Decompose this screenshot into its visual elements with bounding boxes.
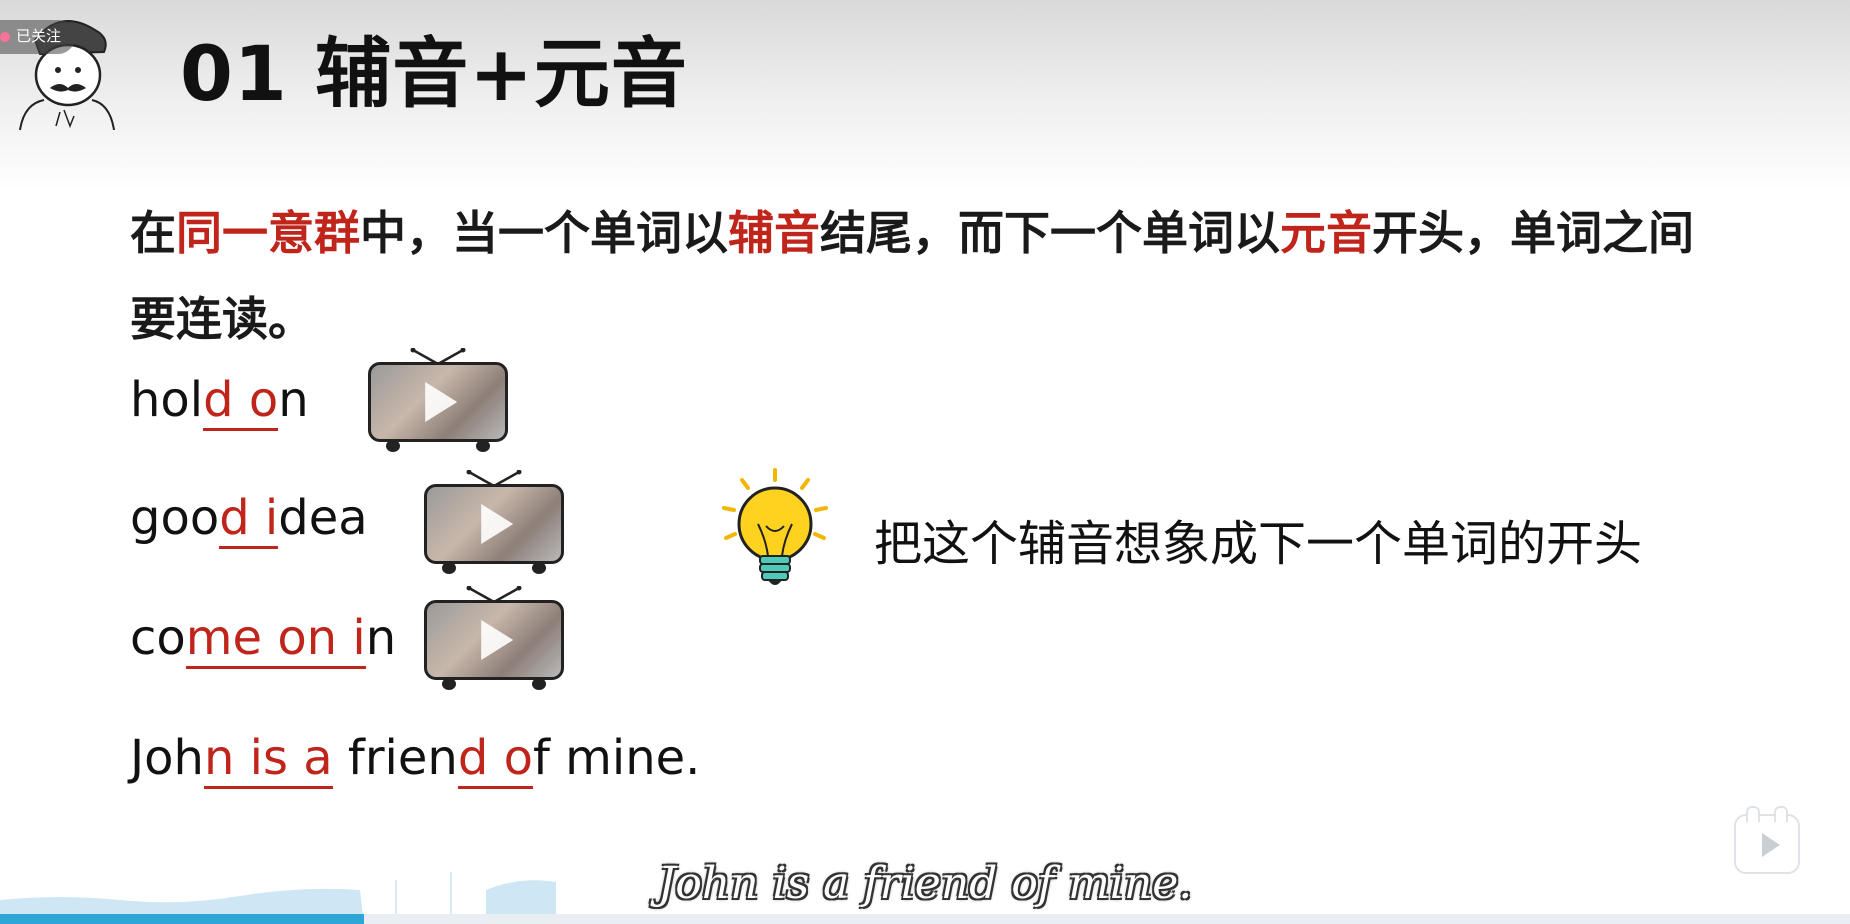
rule-description: 在同一意群中，当一个单词以辅音结尾，而下一个单词以元音开头，单词之间要连读。 — [130, 190, 1710, 362]
play-button-ear — [1774, 806, 1788, 822]
phrase-text: hol — [130, 372, 204, 428]
tv-foot — [532, 562, 546, 574]
follow-badge-label: 已关注 — [16, 28, 62, 45]
video-screen — [424, 484, 564, 564]
sentence-linking: n is a — [203, 730, 333, 789]
desc-highlight: 辅音 — [728, 206, 820, 260]
video-progress-bar[interactable] — [0, 914, 1850, 924]
example-phrase-hold-on: hold on — [130, 372, 309, 431]
desc-highlight: 同一意群 — [176, 206, 360, 260]
play-button[interactable] — [1734, 806, 1800, 874]
tv-foot — [442, 678, 456, 690]
example-phrase-good-idea: good idea — [130, 490, 368, 549]
video-screen — [424, 600, 564, 680]
desc-highlight: 元音 — [1280, 206, 1372, 260]
video-progress-fill — [0, 914, 365, 924]
desc-text: 中，当一个单词以 — [360, 206, 728, 260]
tv-foot — [386, 440, 400, 452]
play-icon — [1762, 833, 1780, 857]
tv-foot — [476, 440, 490, 452]
video-subtitle: John is a friend of mine. — [657, 858, 1193, 909]
tv-foot — [442, 562, 456, 574]
heart-icon — [0, 32, 10, 42]
play-button-ear — [1746, 806, 1760, 822]
phrase-linking: d o — [203, 372, 279, 431]
phrase-text: co — [130, 610, 186, 666]
phrase-linking: me on i — [185, 610, 366, 669]
sentence-text: Joh — [130, 730, 204, 786]
phrase-text: goo — [130, 490, 220, 546]
phrase-text: n — [365, 610, 397, 666]
desc-text: 结尾，而下一个单词以 — [820, 206, 1280, 260]
play-icon — [481, 504, 514, 544]
video-thumbnail-come-on-in[interactable] — [424, 586, 564, 690]
lightbulb-icon — [722, 468, 828, 585]
tip-text: 把这个辅音想象成下一个单词的开头 — [874, 516, 1643, 572]
play-icon — [425, 382, 458, 422]
phrase-linking: d i — [219, 490, 279, 549]
example-phrase-come-on-in: come on in — [130, 610, 397, 669]
page-title: 01 辅音+元音 — [180, 29, 688, 118]
tv-foot — [532, 678, 546, 690]
follow-badge[interactable]: 已关注 — [0, 20, 76, 54]
video-thumbnail-hold-on[interactable] — [368, 348, 508, 452]
video-screen — [368, 362, 508, 442]
sentence-text: f mine. — [532, 730, 701, 786]
video-thumbnail-good-idea[interactable] — [424, 470, 564, 574]
phrase-text: n — [278, 372, 309, 428]
sentence-linking: d o — [457, 730, 533, 789]
desc-text: 在 — [130, 206, 176, 260]
example-sentence: John is a friend of mine. — [130, 730, 701, 789]
play-icon — [481, 620, 514, 660]
phrase-text: dea — [278, 490, 368, 546]
sentence-text: frien — [332, 730, 458, 786]
